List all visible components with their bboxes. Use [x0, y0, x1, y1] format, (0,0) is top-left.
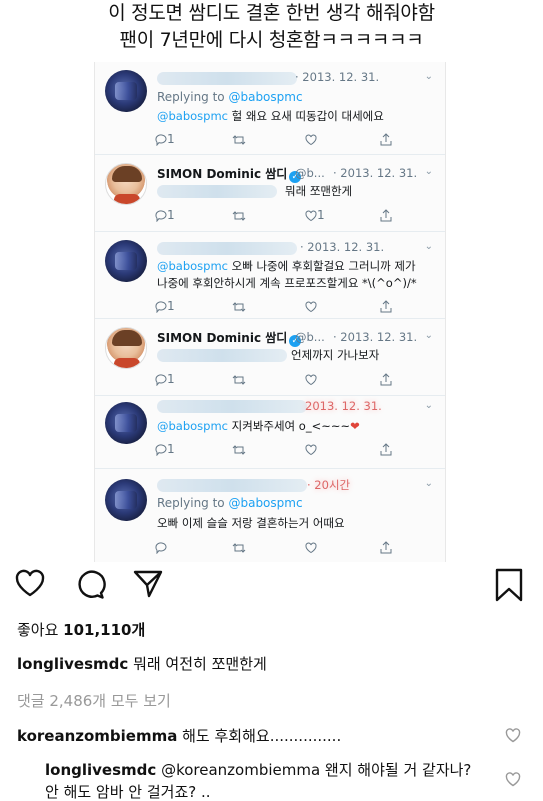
avatar — [105, 240, 147, 282]
comment-icon[interactable] — [74, 568, 106, 604]
comment-username[interactable]: koreanzombiemma — [17, 727, 177, 745]
tweet-actions: 1 — [155, 372, 425, 388]
avatar — [105, 327, 147, 369]
retweet-icon[interactable] — [232, 132, 246, 146]
reply-icon[interactable]: 1 — [155, 372, 175, 387]
reply-mention[interactable]: @koreanzombiemma — [156, 761, 320, 779]
author-name[interactable]: SIMON Dominic 쌈디 ✓ — [157, 165, 303, 183]
reply-icon[interactable]: 1 — [155, 132, 175, 147]
tweet-actions: 1 1 — [155, 208, 425, 224]
tweet-actions: 1 — [155, 442, 425, 458]
avatar — [105, 70, 147, 112]
author-name[interactable]: SIMON Dominic 쌈디 ✓ — [157, 329, 303, 347]
tweet-text: 오빠 이제 슬슬 저랑 결혼하는거 어때요 — [157, 516, 345, 530]
blurred-mention — [157, 349, 287, 362]
reply-icon[interactable] — [155, 540, 167, 555]
blurred-username — [157, 242, 297, 255]
tweet-actions: 1 — [155, 132, 425, 148]
chevron-down-icon[interactable]: ⌄ — [425, 71, 433, 82]
avatar — [105, 163, 147, 205]
share-icon[interactable] — [380, 540, 392, 554]
tweet: SIMON Dominic 쌈디 ✓ @b... · 2013. 12. 31. … — [95, 155, 445, 231]
post-caption: longlivesmdc 뭐래 여전히 쪼맨한게 — [17, 655, 267, 673]
caption-line-2: 팬이 7년만에 다시 청혼함ㅋㅋㅋㅋㅋㅋ — [119, 29, 424, 51]
like-icon[interactable] — [305, 299, 317, 313]
likes-count[interactable]: 좋아요 101,110개 — [17, 619, 145, 640]
reply-icon[interactable]: 1 — [155, 442, 175, 457]
twitter-thread-screenshot: · 2013. 12. 31. ⌄ Replying to @babospmc … — [94, 62, 446, 562]
avatar — [105, 402, 147, 444]
like-heart-icon[interactable] — [14, 568, 46, 602]
share-icon[interactable] — [380, 132, 392, 146]
bookmark-icon[interactable] — [494, 568, 524, 606]
tweet-text-line-2: 나중에 후회안하시게 계속 프로포즈할게요 *\(^o^)/* — [157, 276, 417, 290]
blurred-mention — [157, 185, 277, 198]
share-icon[interactable] — [380, 442, 392, 456]
tweet: SIMON Dominic 쌈디 ✓ @b... · 2013. 12. 31. … — [95, 319, 445, 395]
tweet: 2013. 12. 31. ⌄ @babospmc 지켜봐주세여 o_<~~~❤… — [95, 396, 445, 468]
share-direct-icon[interactable] — [132, 568, 164, 604]
replying-to: Replying to @babospmc — [157, 496, 303, 510]
reply-icon[interactable]: 1 — [155, 299, 175, 314]
replying-to: Replying to @babospmc — [157, 90, 303, 104]
author-handle: @b... — [295, 330, 325, 344]
retweet-icon[interactable] — [232, 299, 246, 313]
share-icon[interactable] — [380, 299, 392, 313]
retweet-icon[interactable] — [232, 540, 246, 554]
retweet-icon[interactable] — [232, 208, 246, 222]
tweet-date: · 2013. 12. 31. — [333, 330, 418, 344]
share-icon[interactable] — [380, 208, 392, 222]
tweet-text: @babospmc 지켜봐주세여 o_<~~~❤ — [157, 419, 360, 433]
author-handle: @b... — [295, 166, 325, 180]
retweet-icon[interactable] — [232, 372, 246, 386]
like-icon[interactable] — [305, 540, 317, 554]
reply-icon[interactable]: 1 — [155, 208, 175, 223]
retweet-icon[interactable] — [232, 442, 246, 456]
post-action-bar — [0, 562, 543, 612]
tweet-date: · 2013. 12. 31. — [300, 240, 385, 254]
tweet-actions — [155, 540, 425, 556]
tweet-date: · 20시간 — [307, 478, 351, 492]
chevron-down-icon[interactable]: ⌄ — [425, 166, 433, 177]
tweet-date: 2013. 12. 31. — [305, 399, 382, 413]
blurred-username — [157, 400, 307, 413]
tweet-text: 언제까지 가나보자 — [291, 348, 380, 362]
blurred-username — [157, 72, 297, 85]
author-username[interactable]: longlivesmdc — [17, 655, 128, 673]
comment: koreanzombiemma 해도 후회해요............... — [17, 727, 342, 745]
comment-like-icon[interactable] — [505, 728, 521, 747]
tweet-date: · 2013. 12. 31. — [295, 70, 380, 84]
like-icon[interactable]: 1 — [305, 208, 325, 222]
share-icon[interactable] — [380, 372, 392, 386]
like-icon[interactable] — [305, 132, 317, 146]
tweet-actions: 1 — [155, 299, 425, 315]
tweet: · 2013. 12. 31. ⌄ @babospmc 오빠 나중에 후회할걸요… — [95, 232, 445, 318]
like-icon[interactable] — [305, 372, 317, 386]
reply-username[interactable]: longlivesmdc — [45, 761, 156, 779]
reply-like-icon[interactable] — [505, 772, 521, 791]
comment-reply: longlivesmdc @koreanzombiemma 왠지 해야될 거 같… — [45, 761, 472, 801]
red-heart-icon: ❤ — [350, 419, 360, 433]
tweet: · 2013. 12. 31. ⌄ Replying to @babospmc … — [95, 62, 445, 154]
view-all-comments-link[interactable]: 댓글 2,486개 모두 보기 — [17, 690, 171, 711]
tweet-date: · 2013. 12. 31. — [333, 166, 418, 180]
chevron-down-icon[interactable]: ⌄ — [425, 330, 433, 341]
post-image-caption: 이 정도면 쌈디도 결혼 한번 생각 해줘야함 팬이 7년만에 다시 청혼함ㅋㅋ… — [0, 0, 543, 62]
chevron-down-icon[interactable]: ⌄ — [425, 478, 433, 489]
blurred-username — [157, 479, 307, 492]
chevron-down-icon[interactable]: ⌄ — [425, 400, 433, 411]
chevron-down-icon[interactable]: ⌄ — [425, 241, 433, 252]
like-icon[interactable] — [305, 442, 317, 456]
avatar — [105, 479, 147, 521]
tweet-text: @babospmc 헐 왜요 요새 띠동갑이 대세에요 — [157, 109, 384, 123]
tweet-text: 뭐래 쪼맨한게 — [285, 184, 353, 198]
tweet-text: @babospmc 오빠 나중에 후회할걸요 그러니까 제가 — [157, 259, 416, 273]
tweet: · 20시간 ⌄ Replying to @babospmc 오빠 이제 슬슬 … — [95, 469, 445, 562]
caption-line-1: 이 정도면 쌈디도 결혼 한번 생각 해줘야함 — [108, 2, 435, 24]
